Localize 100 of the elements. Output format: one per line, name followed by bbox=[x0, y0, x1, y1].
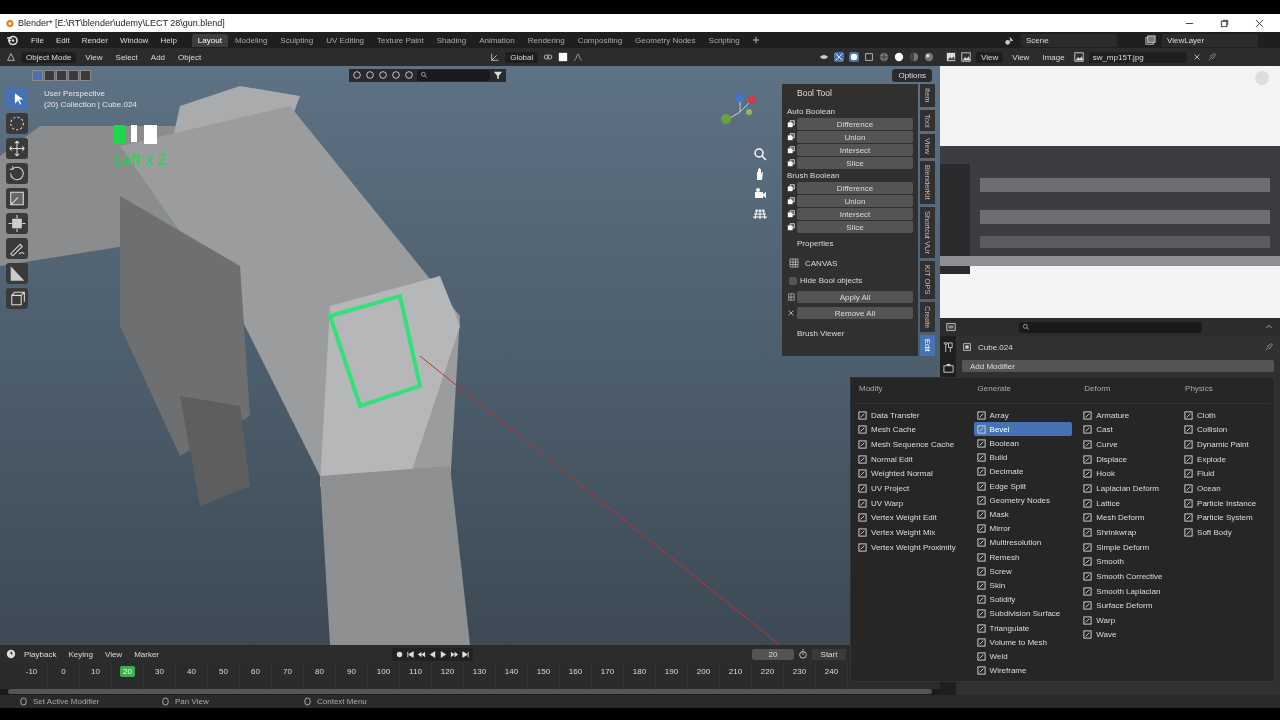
modifier-item[interactable]: Mask bbox=[973, 507, 1073, 522]
pivot-icon[interactable] bbox=[543, 52, 554, 62]
modifier-item[interactable]: Smooth Corrective bbox=[1080, 569, 1174, 584]
modifier-item[interactable]: Skin bbox=[973, 578, 1073, 593]
modifier-item[interactable]: Cloth bbox=[1181, 408, 1262, 423]
menu-item[interactable]: Add bbox=[146, 51, 170, 63]
editor-type-icon[interactable] bbox=[6, 52, 16, 62]
modifier-item[interactable]: Collision bbox=[1181, 422, 1262, 438]
editor-type-icon[interactable] bbox=[946, 52, 956, 62]
modifier-item[interactable]: Smooth bbox=[1080, 554, 1174, 570]
modifier-item[interactable]: Mesh Deform bbox=[1080, 510, 1174, 526]
workspace-tab[interactable]: Rendering bbox=[521, 33, 571, 47]
mode-dropdown[interactable]: Object Mode bbox=[21, 51, 77, 63]
modifier-item[interactable]: Particle Instance bbox=[1181, 495, 1262, 511]
modifier-item[interactable]: Wave bbox=[1080, 627, 1174, 643]
modifier-item[interactable]: Boolean bbox=[973, 436, 1073, 451]
menu-item[interactable]: Window bbox=[114, 34, 154, 46]
menu-item[interactable]: Marker bbox=[130, 648, 164, 660]
modifier-item[interactable]: Smooth Laplacian bbox=[1080, 583, 1174, 599]
material-shading-icon[interactable] bbox=[909, 52, 919, 62]
menu-item[interactable]: View bbox=[100, 648, 127, 660]
wireframe-shading-icon[interactable] bbox=[879, 52, 889, 62]
menu-item[interactable]: Select bbox=[111, 51, 142, 63]
record-icon[interactable] bbox=[395, 649, 405, 659]
modifier-item[interactable]: Subdivision Surface bbox=[973, 606, 1073, 622]
previous-keyframe-icon[interactable] bbox=[417, 649, 427, 659]
overlay-icon[interactable] bbox=[849, 52, 859, 62]
close-icon[interactable] bbox=[1255, 18, 1264, 28]
image-name-field[interactable]: sw_mp15T.jpg bbox=[1088, 51, 1187, 63]
modifier-item[interactable]: Curve bbox=[1080, 437, 1174, 452]
menu-item[interactable]: Object bbox=[174, 51, 206, 63]
modifier-item[interactable]: Remesh bbox=[973, 550, 1073, 565]
render-icon[interactable] bbox=[942, 363, 954, 374]
tool-icon[interactable] bbox=[942, 342, 954, 353]
view-layer-field[interactable]: ViewLayer bbox=[1162, 33, 1258, 47]
modifier-item[interactable]: Screw bbox=[973, 564, 1073, 579]
modifier-item[interactable]: Laplacian Deform bbox=[1080, 481, 1174, 496]
play-icon[interactable] bbox=[439, 649, 449, 659]
next-keyframe-icon[interactable] bbox=[450, 649, 460, 659]
modifier-item[interactable]: Multiresolution bbox=[973, 535, 1073, 551]
modifier-item[interactable]: Mirror bbox=[973, 521, 1073, 536]
blender-logo-icon[interactable] bbox=[6, 34, 18, 46]
workspace-tab[interactable]: Geometry Nodes bbox=[629, 33, 702, 47]
modifier-item[interactable]: Wireframe bbox=[973, 663, 1073, 678]
orientation-dropdown[interactable]: Global bbox=[505, 51, 539, 63]
workspace-tab[interactable]: UV Editing bbox=[320, 33, 371, 47]
jump-end-icon[interactable] bbox=[461, 649, 471, 659]
view-dropdown[interactable]: View bbox=[976, 51, 1004, 63]
rendered-shading-icon[interactable] bbox=[924, 52, 934, 62]
view-layer-icon[interactable] bbox=[1145, 34, 1156, 46]
add-modifier-dropdown[interactable]: Add Modifier bbox=[962, 360, 1274, 372]
menu-item[interactable]: View bbox=[81, 51, 107, 63]
modifier-item[interactable]: Explode bbox=[1181, 451, 1262, 467]
workspace-tab[interactable]: Compositing bbox=[571, 33, 629, 47]
pin-icon[interactable] bbox=[1206, 52, 1217, 62]
search-field[interactable] bbox=[1018, 321, 1202, 333]
menu-item[interactable]: Edit bbox=[50, 34, 75, 46]
image-icon[interactable] bbox=[1073, 52, 1084, 62]
scene-field[interactable]: Scene bbox=[1021, 33, 1117, 47]
workspace-tab[interactable]: Animation bbox=[473, 33, 521, 47]
modifier-item[interactable]: Array bbox=[973, 408, 1073, 423]
workspace-tab[interactable]: Scripting bbox=[702, 33, 746, 47]
workspace-tab[interactable]: Shading bbox=[430, 33, 473, 47]
workspace-tab[interactable]: Modeling bbox=[228, 33, 274, 47]
menu-item[interactable]: Render bbox=[76, 34, 113, 46]
snap-icon[interactable] bbox=[558, 52, 569, 62]
menu-item[interactable]: File bbox=[26, 34, 49, 46]
stopwatch-icon[interactable] bbox=[798, 649, 808, 659]
modifier-item[interactable]: Solidify bbox=[973, 592, 1073, 607]
modifier-item[interactable]: Soft Body bbox=[1181, 525, 1262, 540]
modifier-item[interactable]: Hook bbox=[1080, 466, 1174, 482]
menu-item[interactable]: View bbox=[1008, 51, 1034, 63]
workspace-tab[interactable]: Layout bbox=[191, 33, 228, 47]
modifier-item[interactable]: Fluid bbox=[1181, 466, 1262, 482]
modifier-item[interactable]: Edge Split bbox=[973, 479, 1073, 494]
visibility-icon[interactable] bbox=[819, 52, 829, 62]
gizmo-icon[interactable] bbox=[834, 52, 844, 62]
play-reverse-icon[interactable] bbox=[428, 649, 438, 659]
modifier-item[interactable]: Particle System bbox=[1181, 510, 1262, 526]
proportional-icon[interactable] bbox=[573, 52, 584, 62]
modifier-item[interactable]: Surface Deform bbox=[1080, 598, 1174, 613]
modifier-item[interactable]: Triangulate bbox=[973, 621, 1073, 636]
clock-icon[interactable] bbox=[6, 649, 16, 659]
workspace-tab[interactable]: Sculpting bbox=[274, 33, 320, 47]
modifier-item[interactable]: Ocean bbox=[1181, 481, 1262, 496]
add-icon[interactable] bbox=[751, 36, 760, 44]
modifier-item[interactable]: Volume to Mesh bbox=[973, 635, 1073, 650]
menu-item[interactable]: Playback bbox=[20, 648, 61, 660]
modifier-item[interactable]: Armature bbox=[1080, 408, 1174, 423]
modifier-item[interactable]: Cast bbox=[1080, 422, 1174, 438]
modifier-item[interactable]: Build bbox=[973, 450, 1073, 465]
maximize-icon[interactable] bbox=[1220, 18, 1229, 28]
modifier-item[interactable]: Geometry Nodes bbox=[973, 493, 1073, 508]
modifier-item[interactable]: Simple Deform bbox=[1080, 539, 1174, 555]
modifier-item[interactable]: Lattice bbox=[1080, 495, 1174, 511]
menu-item[interactable]: Help bbox=[155, 34, 182, 46]
pin-icon[interactable] bbox=[1264, 342, 1274, 352]
xray-icon[interactable] bbox=[864, 52, 874, 62]
solid-shading-icon[interactable] bbox=[894, 52, 904, 62]
menu-item[interactable]: Keying bbox=[64, 648, 97, 660]
